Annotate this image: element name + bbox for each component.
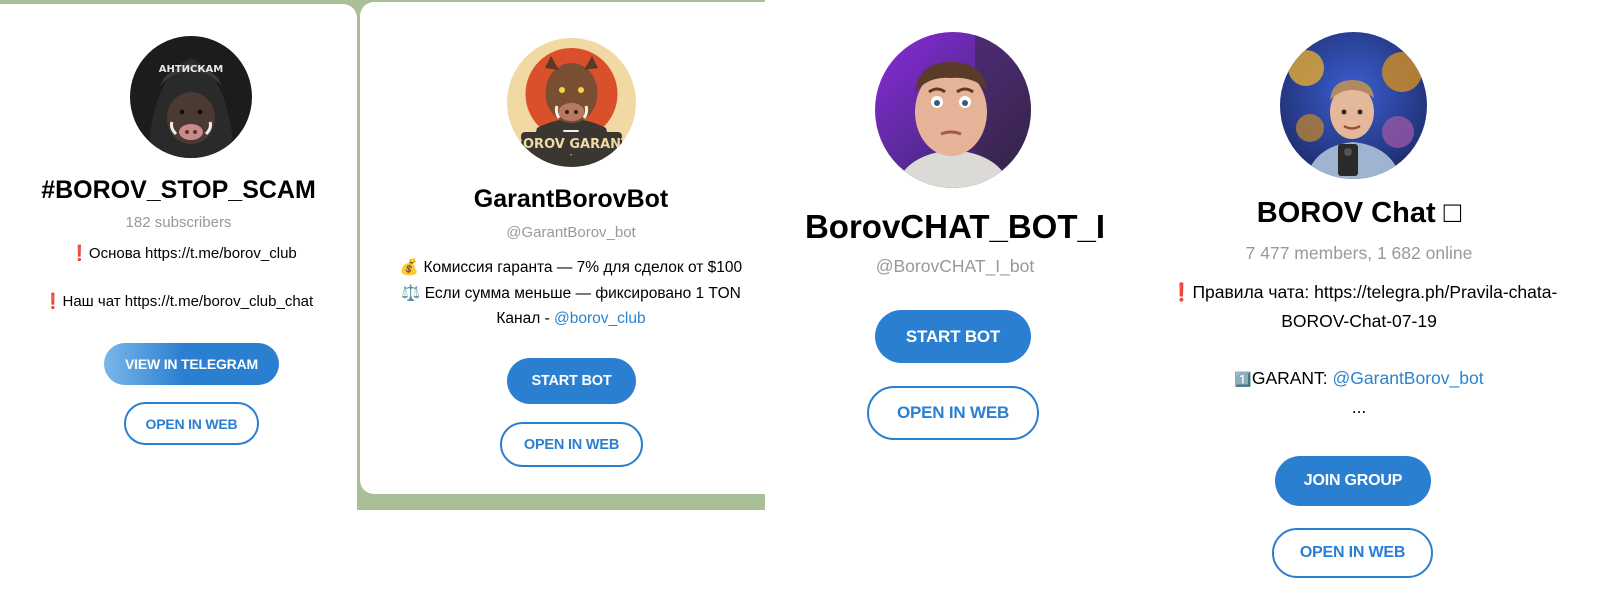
avatar-label: АНТИСКАМ	[159, 64, 224, 75]
description-text: Если сумма меньше — фиксировано 1 TON	[424, 284, 741, 302]
join-group-button[interactable]: JOIN GROUP	[1275, 456, 1431, 506]
bot-description: 💰 Комиссия гаранта — 7% для сделок от $1…	[360, 255, 782, 332]
subscriber-count: 182 subscribers	[125, 214, 232, 231]
member-count: 7 477 members, 1 682 online	[1245, 243, 1473, 263]
description-line: ❗Наш чат https://t.me/borov_club_chat	[0, 290, 357, 314]
channel-title: #BOROV_STOP_SCAM	[41, 176, 316, 204]
description-line: 💰 Комиссия гаранта — 7% для сделок от $1…	[360, 255, 782, 281]
channel-description: ❗Основа https://t.me/borov_club ❗Наш чат…	[0, 242, 357, 314]
garant-link[interactable]: @GarantBorov_bot	[1333, 368, 1484, 388]
bot-username: @BorovCHAT_I_bot	[875, 256, 1035, 276]
start-bot-button[interactable]: START BOT	[507, 358, 636, 404]
description-line: 1️⃣GARANT: @GarantBorov_bot	[1118, 364, 1600, 393]
bot-card-borov-chat-bot: BorovCHAT_BOT_I @BorovCHAT_I_bot START B…	[765, 0, 1145, 510]
open-in-web-button[interactable]: OPEN IN WEB	[867, 386, 1039, 440]
exclamation-icon: ❗	[43, 293, 63, 310]
channel-card-borov-stop-scam: АНТИСКАМ #BOROV_STOP_SCAM 182 subscriber…	[0, 4, 357, 510]
scales-icon: ⚖️	[401, 284, 421, 302]
description-line: ⚖️ Если сумма меньше — фиксировано 1 TON	[360, 281, 782, 307]
open-in-web-button[interactable]: OPEN IN WEB	[500, 422, 643, 467]
group-title: BOROV Chat □	[1256, 197, 1462, 229]
group-avatar	[1280, 32, 1427, 179]
channel-link[interactable]: @borov_club	[554, 310, 646, 327]
description-text: GARANT:	[1251, 367, 1333, 388]
avatar-label: BOROV GARANT	[513, 137, 630, 152]
bot-username: @GarantBorov_bot	[506, 224, 636, 241]
channel-avatar: АНТИСКАМ	[130, 36, 252, 158]
group-description: ❗Правила чата: https://telegra.ph/Pravil…	[1118, 278, 1600, 422]
description-ellipsis: ...	[1351, 396, 1367, 417]
money-bag-icon: 💰	[399, 259, 420, 276]
description-line: BOROV-Chat-07-19	[1118, 307, 1600, 336]
description-text: Канал -	[496, 310, 555, 328]
start-bot-button[interactable]: START BOT	[875, 310, 1031, 363]
description-line: ❗Правила чата: https://telegra.ph/Pravil…	[1118, 278, 1600, 307]
bot-avatar: BOROV GARANT	[507, 38, 636, 167]
bot-title: BorovCHAT_BOT_I	[804, 208, 1106, 245]
exclamation-icon: ❗	[70, 245, 89, 262]
view-in-telegram-button[interactable]: VIEW IN TELEGRAM	[104, 343, 279, 385]
description-text: BOROV-Chat-07-19	[1281, 310, 1437, 331]
bot-card-garant-borov: BOROV GARANT GarantBorovBot @GarantBorov…	[360, 2, 782, 494]
description-text: Основа https://t.me/borov_club	[88, 245, 297, 262]
keycap-one-icon: 1️⃣	[1234, 370, 1252, 387]
description-text: Наш чат https://t.me/borov_club_chat	[62, 293, 314, 310]
description-text: Правила чата: https://telegra.ph/Pravila…	[1192, 282, 1558, 302]
bot-title: GarantBorovBot	[473, 185, 669, 213]
description-line: Канал - @borov_club	[360, 306, 782, 332]
open-in-web-button[interactable]: OPEN IN WEB	[124, 402, 259, 445]
description-text: Комиссия гаранта — 7% для сделок от $100	[423, 259, 743, 276]
open-in-web-button[interactable]: OPEN IN WEB	[1272, 528, 1433, 578]
exclamation-icon: ❗	[1170, 282, 1193, 302]
bot-avatar	[875, 32, 1031, 188]
description-line: ❗Основа https://t.me/borov_club	[0, 242, 357, 266]
group-card-borov-chat: BOROV Chat □ 7 477 members, 1 682 online…	[1118, 0, 1600, 597]
